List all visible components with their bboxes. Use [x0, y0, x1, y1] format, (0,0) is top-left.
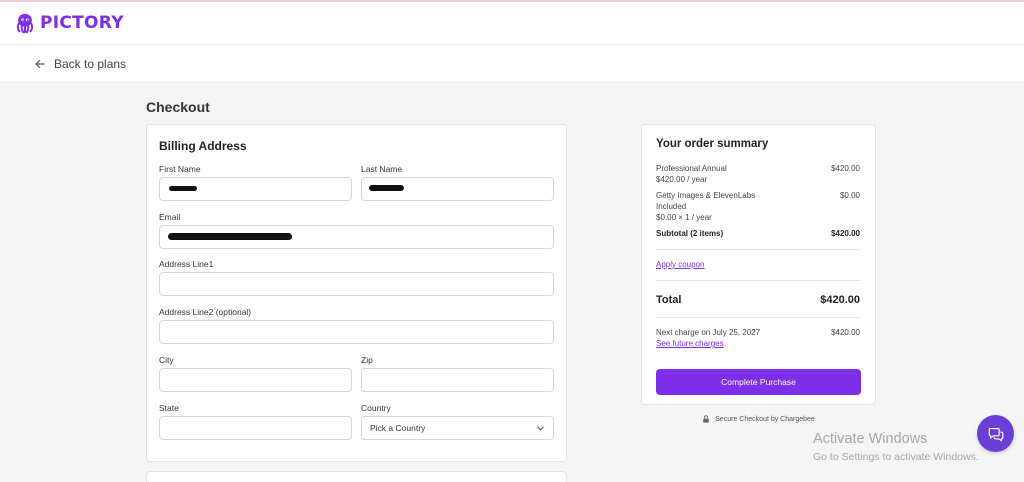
item-detail: $420.00 / year [656, 175, 708, 184]
arrow-left-icon [35, 59, 45, 68]
activate-windows-title: Activate Windows [813, 431, 928, 447]
item-name-line2: Included [656, 202, 687, 211]
total-amount: $420.00 [820, 294, 860, 306]
redacted-last-name [369, 185, 404, 191]
city-input[interactable] [159, 368, 352, 392]
first-name-label: First Name [159, 164, 201, 174]
item-amount: $0.00 [839, 191, 860, 200]
next-charge-amount: $420.00 [831, 328, 860, 337]
app-header: PICTORY [0, 2, 1024, 45]
page-title: Checkout [146, 99, 210, 115]
divider [656, 249, 861, 250]
country-select[interactable]: Pick a Country [361, 416, 554, 440]
item-detail: $0.00 × 1 / year [656, 213, 712, 222]
lock-icon [703, 415, 709, 423]
subtotal-amount: $420.00 [831, 229, 860, 238]
zip-input[interactable] [361, 368, 554, 392]
payment-card-partial [146, 471, 567, 482]
address-line1-input[interactable] [159, 272, 554, 296]
redacted-first-name [169, 186, 197, 191]
secure-checkout-note: Secure Checkout by Chargebee [641, 415, 876, 423]
octopus-logo-icon [16, 13, 34, 34]
divider [656, 317, 861, 318]
divider [656, 280, 861, 281]
item-name: Getty Images & ElevenLabs [656, 191, 756, 200]
see-future-charges-link[interactable]: See future charges [656, 339, 724, 348]
pictory-logo[interactable]: PICTORY [14, 12, 124, 34]
complete-purchase-button[interactable]: Complete Purchase [656, 369, 861, 395]
brand-name: PICTORY [40, 13, 124, 33]
order-summary-title: Your order summary [656, 138, 769, 150]
item-name: Professional Annual [656, 164, 727, 173]
next-charge-label: Next charge on July 25, 2027 [656, 328, 761, 337]
address-line1-label: Address Line1 [159, 259, 214, 269]
activate-windows-subtitle: Go to Settings to activate Windows. [813, 451, 979, 463]
back-to-plans-label: Back to plans [54, 56, 127, 71]
city-label: City [159, 355, 174, 365]
back-bar: Back to plans [0, 45, 1024, 83]
chat-icon [988, 427, 1003, 441]
country-label: Country [361, 403, 391, 413]
address-line2-label: Address Line2 (optional) [159, 307, 252, 317]
last-name-label: Last Name [361, 164, 403, 174]
chat-widget-button[interactable] [977, 415, 1014, 452]
country-selected-value: Pick a Country [370, 423, 426, 433]
secure-checkout-text: Secure Checkout by Chargebee [715, 415, 815, 423]
billing-address-card: Billing Address First Name Last Name Ema… [146, 124, 567, 462]
address-line2-input[interactable] [159, 320, 554, 344]
email-label: Email [159, 212, 181, 222]
back-to-plans-link[interactable]: Back to plans [34, 57, 126, 71]
state-label: State [159, 403, 179, 413]
item-amount: $420.00 [831, 164, 860, 173]
chevron-down-icon [537, 426, 544, 430]
subtotal-label: Subtotal (2 items) [656, 229, 724, 238]
total-label: Total [656, 294, 682, 306]
redacted-email [168, 233, 292, 240]
billing-address-title: Billing Address [159, 139, 247, 153]
order-summary-card: Your order summary Professional Annual $… [641, 124, 876, 405]
state-input[interactable] [159, 416, 352, 440]
apply-coupon-link[interactable]: Apply coupon [656, 260, 704, 269]
zip-label: Zip [361, 355, 373, 365]
